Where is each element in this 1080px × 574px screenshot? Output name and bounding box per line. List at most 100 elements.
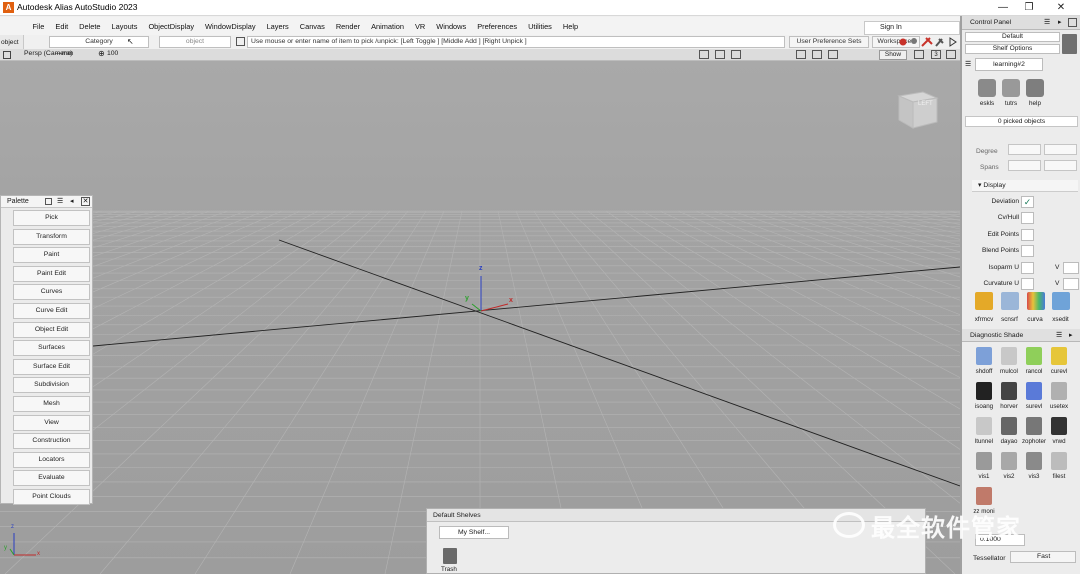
palette-paint-edit-button[interactable]: Paint Edit — [13, 265, 90, 282]
perspective-viewport[interactable]: z x y z x y — [0, 61, 960, 574]
eskls-icon[interactable] — [978, 79, 996, 97]
v-checkbox[interactable] — [1063, 261, 1079, 274]
shdoff-icon[interactable] — [976, 347, 992, 365]
palette-locators-button[interactable]: Locators — [13, 451, 90, 468]
pin-tools-icon[interactable] — [896, 35, 960, 49]
xfrmcv-icon[interactable] — [975, 292, 993, 310]
display-option-checkbox[interactable] — [1021, 278, 1034, 290]
rancol-icon[interactable] — [1026, 347, 1042, 365]
vis2-icon[interactable] — [1001, 452, 1017, 470]
palette-view-button[interactable]: View — [13, 414, 90, 431]
category-dropdown[interactable]: Category — [49, 36, 149, 48]
palette-surfaces-button[interactable]: Surfaces — [13, 340, 90, 357]
mulcol-icon[interactable] — [1001, 347, 1017, 365]
grid-view-icon[interactable] — [828, 50, 838, 59]
fit-view-icon[interactable] — [796, 50, 806, 59]
diag-expand-icon[interactable]: ▸ — [1069, 331, 1073, 339]
menu-item-windows[interactable]: Windows — [431, 22, 472, 31]
palette-curve-edit-button[interactable]: Curve Edit — [13, 303, 90, 319]
palette-close-icon[interactable]: ✕ — [81, 197, 90, 206]
palette-paint-button[interactable]: Paint — [13, 247, 90, 264]
cp-expand-icon[interactable]: ▸ — [1058, 18, 1062, 26]
maximize-view-icon[interactable] — [914, 50, 924, 59]
filest-icon[interactable] — [1051, 452, 1067, 470]
my-shelf-tab[interactable]: My Shelf... — [439, 526, 509, 539]
display-option-checkbox[interactable] — [1021, 228, 1034, 241]
close-button[interactable]: ✕ — [1046, 0, 1076, 16]
cp-menu-icon[interactable]: ☰ — [1044, 18, 1050, 26]
sign-in-button[interactable]: Sign In — [864, 21, 960, 35]
vis3-icon[interactable] — [1026, 452, 1042, 470]
menu-item-windowdisplay[interactable]: WindowDisplay — [200, 22, 262, 31]
menu-item-file[interactable]: File — [27, 22, 50, 31]
display-section-header[interactable]: ▾ Display — [972, 180, 1078, 192]
user-preference-sets-button[interactable]: User Preference Sets — [789, 36, 869, 48]
object-name-field[interactable]: object — [159, 36, 231, 48]
menu-item-layouts[interactable]: Layouts — [106, 22, 143, 31]
viewport-menu-icon[interactable] — [3, 51, 11, 59]
spans-field[interactable] — [1008, 160, 1041, 171]
palette-mesh-button[interactable]: Mesh — [13, 396, 90, 412]
menu-item-utilities[interactable]: Utilities — [523, 22, 558, 31]
shelf-options-dropdown[interactable]: Shelf Options — [965, 44, 1060, 54]
tumble-icon[interactable] — [812, 50, 822, 59]
palette-construction-button[interactable]: Construction — [13, 433, 90, 450]
palette-dock-icon[interactable] — [45, 198, 52, 205]
scnsrf-icon[interactable] — [1001, 292, 1019, 310]
menu-item-delete[interactable]: Delete — [74, 22, 106, 31]
vis1-icon[interactable] — [976, 452, 992, 470]
preset-dropdown[interactable]: Default — [965, 32, 1060, 42]
display-option-checkbox[interactable] — [1021, 212, 1034, 225]
display-option-checkbox[interactable] — [1021, 245, 1034, 258]
palette-evaluate-button[interactable]: Evaluate — [13, 470, 90, 487]
display-option-checkbox[interactable] — [1021, 261, 1034, 274]
zoom-view-icon[interactable] — [731, 50, 741, 59]
menu-item-animation[interactable]: Animation — [366, 22, 410, 31]
palette-curves-button[interactable]: Curves — [13, 284, 90, 301]
isoang-icon[interactable] — [976, 382, 992, 400]
palette-pick-button[interactable]: Pick — [13, 210, 90, 226]
spans-field-2[interactable] — [1044, 160, 1077, 171]
show-button[interactable]: Show — [879, 50, 907, 60]
palette-surface-edit-button[interactable]: Surface Edit — [13, 358, 90, 375]
maximize-button[interactable]: ❐ — [1014, 0, 1044, 16]
tutrs-icon[interactable] — [1002, 79, 1020, 97]
menu-item-layers[interactable]: Layers — [261, 22, 294, 31]
prompt-history-icon[interactable] — [236, 37, 245, 46]
palette-subdivision-button[interactable]: Subdivision — [13, 377, 90, 394]
zophoter-icon[interactable] — [1026, 417, 1042, 435]
palette-menu-icon[interactable]: ☰ — [57, 197, 63, 205]
view-cube[interactable]: LEFT — [893, 88, 939, 130]
diag-menu-icon[interactable]: ☰ — [1056, 331, 1062, 339]
palette-point-clouds-button[interactable]: Point Clouds — [13, 489, 90, 505]
help-icon[interactable] — [1026, 79, 1044, 97]
tessellator-dropdown[interactable]: Fast — [1010, 551, 1076, 563]
prompt-line[interactable]: Use mouse or enter name of item to pick … — [247, 36, 785, 48]
render-view-icon[interactable] — [715, 50, 725, 59]
usetex-icon[interactable] — [1051, 382, 1067, 400]
xsedit-icon[interactable] — [1052, 292, 1070, 310]
shelf-tab-learning[interactable]: learning#2 — [975, 58, 1043, 71]
vrwd-icon[interactable] — [1051, 417, 1067, 435]
menu-item-objectdisplay[interactable]: ObjectDisplay — [143, 22, 200, 31]
picked-objects-dropdown[interactable]: 0 picked objects — [965, 116, 1078, 127]
camera-icon[interactable] — [699, 50, 709, 59]
ltunnel-icon[interactable] — [976, 417, 992, 435]
palette-collapse-icon[interactable]: ◂ — [70, 197, 74, 205]
window-count[interactable]: 3 — [931, 50, 941, 59]
menu-item-render[interactable]: Render — [330, 22, 365, 31]
palette-transform-button[interactable]: Transform — [13, 228, 90, 245]
palette-object-edit-button[interactable]: Object Edit — [13, 321, 90, 338]
menu-item-canvas[interactable]: Canvas — [294, 22, 330, 31]
surevl-icon[interactable] — [1026, 382, 1042, 400]
horver-icon[interactable] — [1001, 382, 1017, 400]
menu-item-help[interactable]: Help — [557, 22, 583, 31]
pick-cursor-icon[interactable]: ↖ — [127, 37, 134, 46]
shelf-menu-icon[interactable]: ☰ — [965, 60, 971, 68]
degree-field[interactable] — [1008, 144, 1041, 155]
cp-close-icon[interactable] — [1068, 18, 1077, 27]
v-checkbox[interactable] — [1063, 278, 1079, 290]
trash-icon[interactable] — [443, 548, 457, 564]
menu-item-preferences[interactable]: Preferences — [472, 22, 523, 31]
curva-icon[interactable] — [1027, 292, 1045, 310]
